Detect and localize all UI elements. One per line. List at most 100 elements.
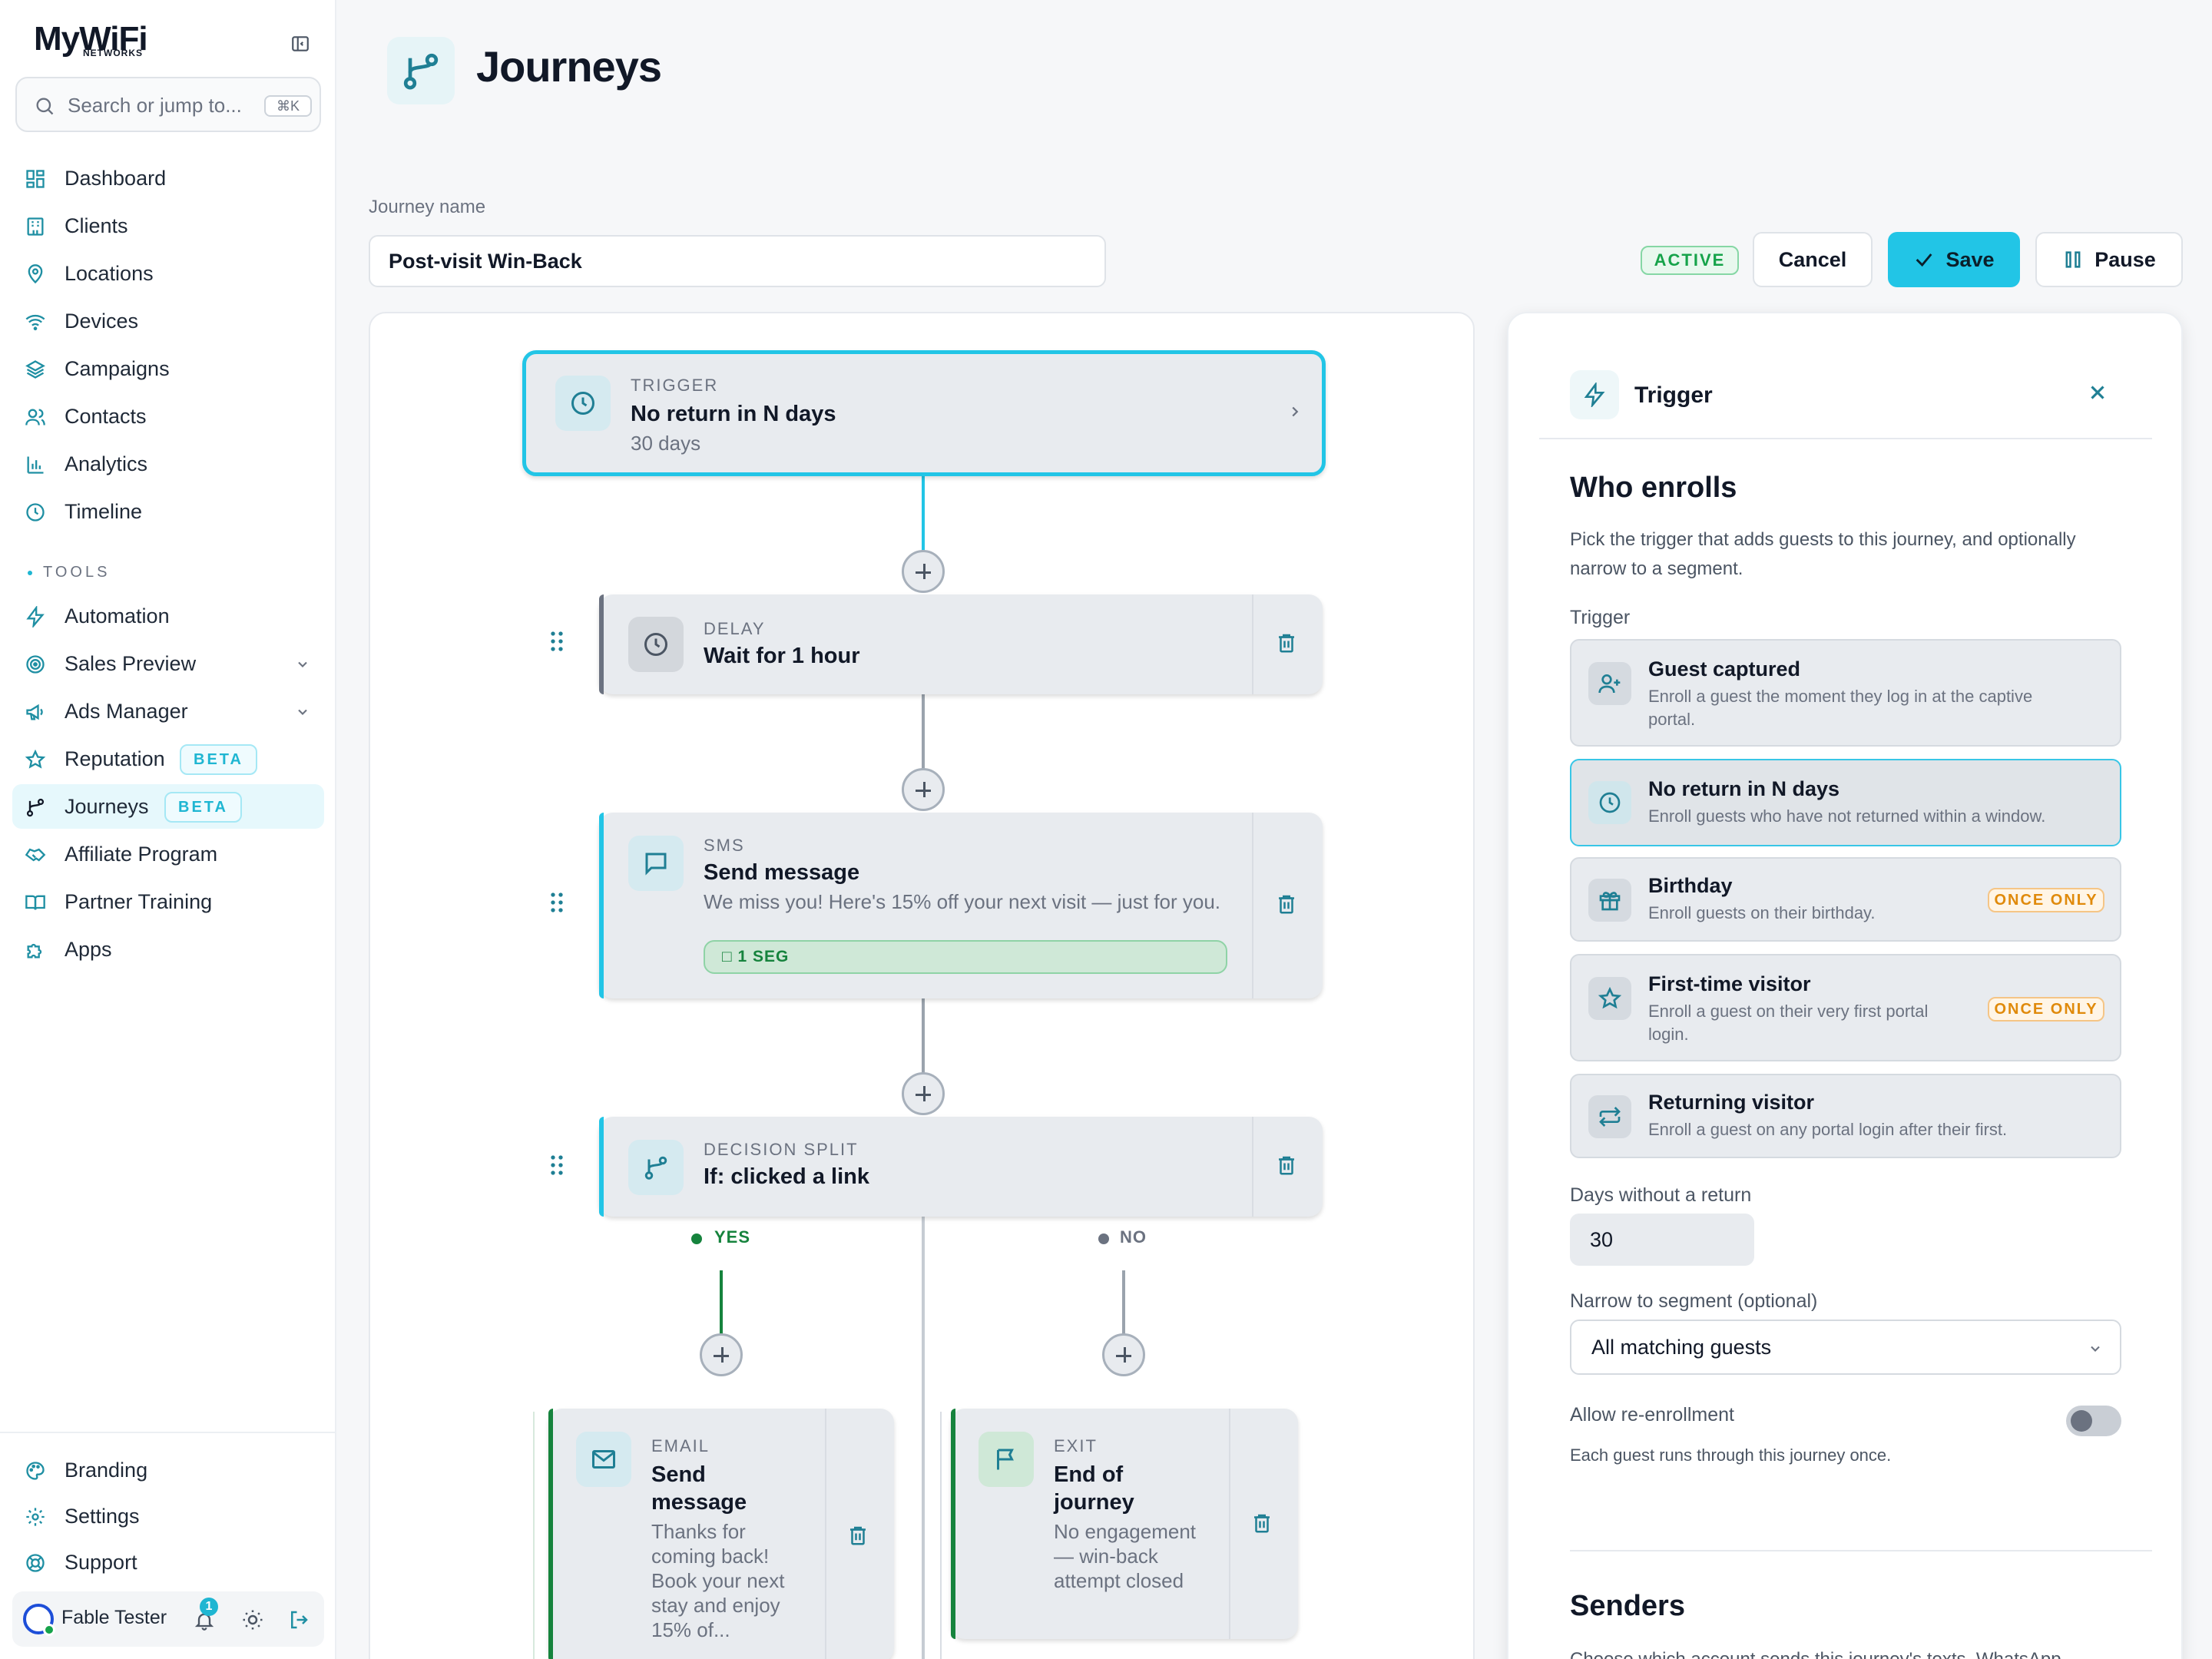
sidebar-item-ads-manager[interactable]: Ads Manager — [12, 689, 324, 733]
repeat-icon — [1598, 1104, 1622, 1129]
node-kicker: EMAIL — [651, 1436, 710, 1455]
puzzle-icon — [25, 939, 46, 961]
pause-button[interactable]: Pause — [2035, 232, 2183, 287]
sms-node[interactable]: SMS Send message We miss you! Here's 15%… — [599, 813, 1323, 998]
sidebar-item-contacts[interactable]: Contacts — [12, 394, 324, 439]
journey-name-input[interactable]: Post-visit Win-Back — [369, 235, 1106, 287]
node-kicker: DELAY — [704, 619, 766, 638]
layers-icon — [25, 359, 46, 380]
node-kicker: SMS — [704, 836, 745, 855]
reenroll-toggle[interactable] — [2066, 1406, 2121, 1436]
drag-handle-icon[interactable] — [548, 1154, 565, 1177]
trash-icon[interactable] — [1275, 892, 1298, 916]
node-divider — [1252, 813, 1253, 998]
sidebar-item-branding[interactable]: Branding — [12, 1448, 324, 1492]
sidebar-item-label: Locations — [65, 262, 154, 285]
add-step-button[interactable] — [1102, 1333, 1145, 1376]
exit-node[interactable]: EXIT End of journey No engagement — win-… — [951, 1409, 1298, 1639]
sidebar-item-partner-training[interactable]: Partner Training — [12, 879, 324, 924]
email-icon-box — [576, 1432, 631, 1487]
building-icon — [25, 216, 46, 237]
sidebar-item-clients[interactable]: Clients — [12, 204, 324, 248]
sidebar-item-support[interactable]: Support — [12, 1540, 324, 1584]
clock-icon — [642, 631, 670, 658]
node-kicker: TRIGGER — [631, 376, 719, 395]
close-icon[interactable] — [2086, 381, 2109, 404]
sidebar-item-settings[interactable]: Settings — [12, 1494, 324, 1538]
yes-branch-label: YES — [714, 1227, 751, 1247]
chevron-right-icon[interactable] — [1286, 403, 1303, 420]
sidebar-collapse-icon[interactable] — [290, 34, 310, 54]
save-button[interactable]: Save — [1888, 232, 2020, 287]
drag-handle-icon[interactable] — [548, 630, 565, 653]
trash-icon[interactable] — [1275, 1154, 1298, 1177]
email-node[interactable]: EMAIL Send message Thanks for coming bac… — [548, 1409, 894, 1659]
node-subtitle: 30 days — [631, 432, 701, 455]
sidebar-item-journeys[interactable]: Journeys BETA — [12, 784, 324, 829]
search-input[interactable]: Search or jump to... ⌘K — [15, 77, 321, 132]
add-step-button[interactable] — [902, 550, 945, 593]
days-label: Days without a return — [1570, 1184, 1752, 1206]
option-title: Birthday — [1648, 874, 1733, 897]
trash-icon[interactable] — [1275, 631, 1298, 654]
sidebar-item-timeline[interactable]: Timeline — [12, 489, 324, 534]
search-shortcut: ⌘K — [264, 95, 312, 117]
lifebuoy-icon — [25, 1552, 46, 1574]
sidebar-item-dashboard[interactable]: Dashboard — [12, 156, 324, 200]
sidebar-item-sales-preview[interactable]: Sales Preview — [12, 641, 324, 686]
chevron-down-icon — [2088, 1341, 2103, 1356]
sidebar-item-campaigns[interactable]: Campaigns — [12, 346, 324, 391]
trash-icon[interactable] — [846, 1524, 869, 1547]
drag-handle-icon[interactable] — [548, 891, 565, 914]
sun-icon[interactable] — [241, 1608, 264, 1631]
trigger-option-birthday[interactable]: Birthday Enroll guests on their birthday… — [1570, 857, 2121, 942]
delay-icon-box — [628, 617, 684, 672]
trigger-option-returning-visitor[interactable]: Returning visitor Enroll a guest on any … — [1570, 1074, 2121, 1158]
page-title: Journeys — [476, 42, 662, 91]
sidebar-item-apps[interactable]: Apps — [12, 927, 324, 972]
logout-icon[interactable] — [287, 1608, 310, 1631]
journey-canvas[interactable]: TRIGGER No return in N days 30 days DELA… — [369, 312, 1475, 1659]
trash-icon[interactable] — [1250, 1512, 1273, 1535]
branch-icon — [642, 1154, 670, 1181]
chevron-down-icon[interactable] — [295, 704, 310, 720]
chevron-down-icon[interactable] — [295, 657, 310, 672]
add-step-button[interactable] — [700, 1333, 743, 1376]
cancel-button[interactable]: Cancel — [1753, 232, 1873, 287]
user-row[interactable]: Fable Tester 1 — [12, 1591, 324, 1647]
trigger-node[interactable]: TRIGGER No return in N days 30 days — [522, 350, 1326, 476]
trigger-option-first-time-visitor[interactable]: First-time visitor Enroll a guest on the… — [1570, 954, 2121, 1061]
trigger-option-no-return[interactable]: No return in N days Enroll guests who ha… — [1570, 759, 2121, 846]
add-step-button[interactable] — [902, 768, 945, 811]
search-icon — [34, 95, 55, 117]
no-dot — [1098, 1233, 1109, 1244]
sidebar-item-devices[interactable]: Devices — [12, 299, 324, 343]
bolt-icon — [25, 606, 46, 628]
segment-select[interactable]: All matching guests — [1570, 1320, 2121, 1375]
sidebar-item-affiliate-program[interactable]: Affiliate Program — [12, 832, 324, 876]
sidebar-item-reputation[interactable]: Reputation BETA — [12, 737, 324, 781]
sidebar-item-locations[interactable]: Locations — [12, 251, 324, 296]
page-icon — [387, 37, 455, 104]
cancel-label: Cancel — [1778, 247, 1847, 271]
decision-split-node[interactable]: DECISION SPLIT If: clicked a link — [599, 1117, 1323, 1217]
panel-divider — [1570, 1550, 2152, 1551]
node-accent-bar — [951, 1409, 955, 1639]
save-label: Save — [1945, 247, 1995, 271]
flag-icon — [992, 1445, 1020, 1473]
sidebar-item-label: Sales Preview — [65, 652, 197, 675]
add-step-button[interactable] — [902, 1072, 945, 1115]
node-kicker: DECISION SPLIT — [704, 1140, 859, 1159]
sidebar-item-automation[interactable]: Automation — [12, 594, 324, 638]
gift-icon — [1598, 888, 1622, 912]
trigger-option-guest-captured[interactable]: Guest captured Enroll a guest the moment… — [1570, 639, 2121, 747]
sidebar-item-label: Contacts — [65, 405, 147, 428]
toggle-knob — [2071, 1410, 2092, 1432]
connector-line — [922, 1215, 925, 1659]
sidebar-item-analytics[interactable]: Analytics — [12, 442, 324, 486]
exit-icon-box — [979, 1432, 1034, 1487]
bolt-icon — [1582, 382, 1607, 407]
yes-lane-line — [533, 1412, 535, 1659]
delay-node[interactable]: DELAY Wait for 1 hour — [599, 594, 1323, 694]
days-input[interactable]: 30 — [1570, 1214, 1754, 1266]
